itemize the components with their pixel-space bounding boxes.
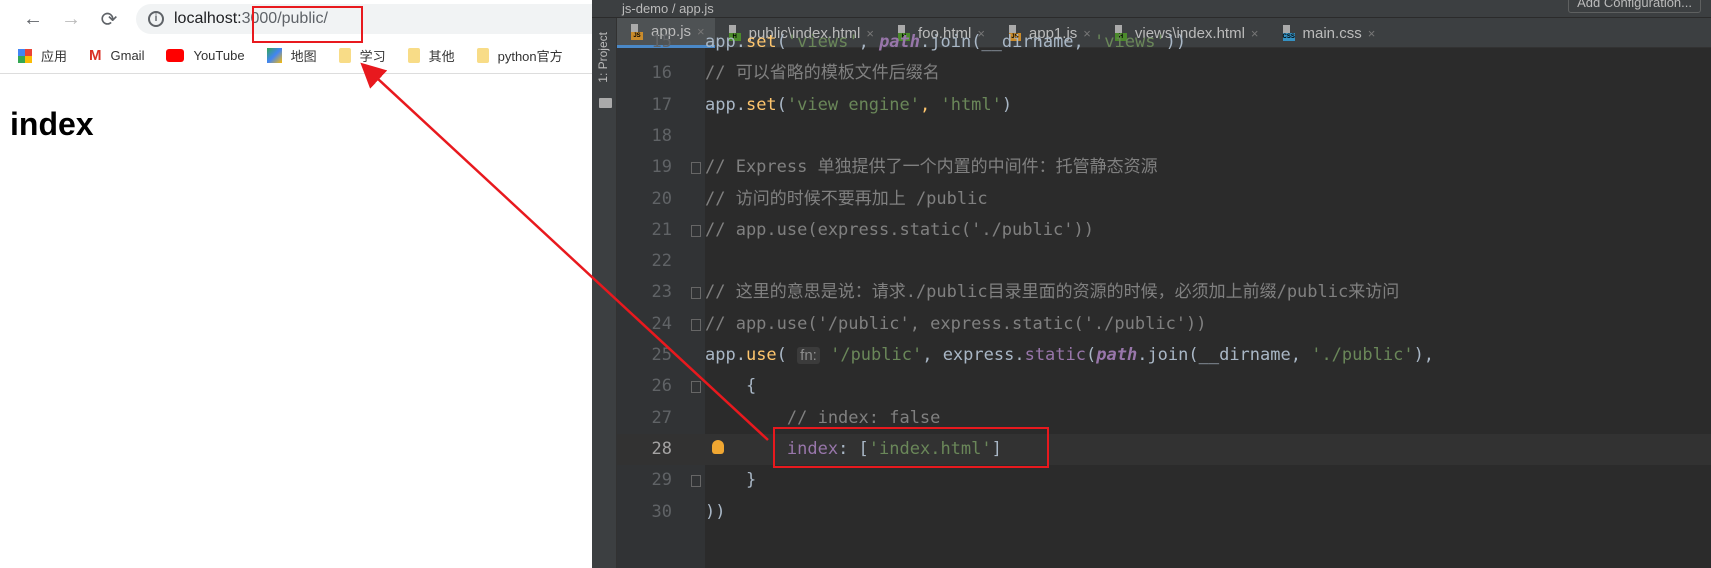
annotation-arrow [360,62,769,441]
